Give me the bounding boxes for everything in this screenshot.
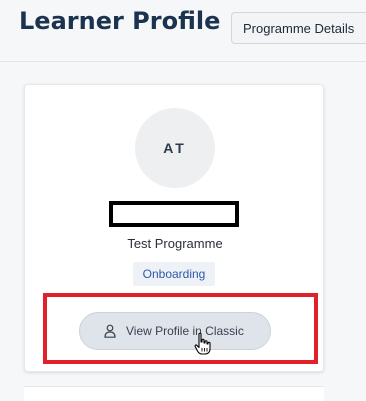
profile-card: AT Test Programme Onboarding View Profil… (24, 84, 324, 372)
view-profile-classic-button[interactable]: View Profile in Classic (79, 312, 271, 350)
view-profile-classic-label: View Profile in Classic (126, 324, 244, 338)
avatar: AT (135, 108, 215, 188)
user-icon (104, 324, 116, 338)
page-title: Learner Profile (19, 7, 221, 35)
page-header: Learner Profile Programme Details (0, 0, 366, 52)
header-divider (0, 61, 366, 62)
redacted-name-box (109, 201, 239, 227)
next-card-edge (24, 386, 324, 401)
programme-name: Test Programme (127, 236, 223, 251)
status-badge: Onboarding (133, 262, 215, 286)
programme-details-tab[interactable]: Programme Details (231, 12, 366, 44)
hand-pointer-icon (194, 332, 211, 355)
